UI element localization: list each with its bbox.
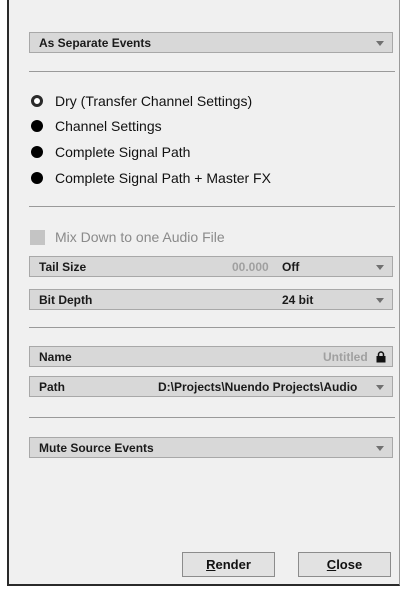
radio-channel-settings-label: Channel Settings [55,118,162,134]
separator [29,206,395,207]
separator [29,327,395,328]
bit-depth-value: 24 bit [282,293,314,307]
render-dialog: As Separate Events Dry (Transfer Channel… [7,0,400,586]
radio-complete-signal-path-label: Complete Signal Path [55,144,191,160]
radio-selected-icon [31,95,43,107]
radio-complete-signal-path-master-fx-label: Complete Signal Path + Master FX [55,170,271,186]
source-events-value: Mute Source Events [39,441,154,455]
chevron-down-icon [376,41,384,46]
render-mode-value: As Separate Events [39,36,152,50]
chevron-down-icon [376,265,384,270]
radio-unselected-icon [31,172,43,184]
name-value: Untitled [323,350,368,364]
path-dropdown[interactable]: Path D:\Projects\Nuendo Projects\Audio [29,376,393,397]
path-label: Path [39,380,66,394]
render-mode-dropdown[interactable]: As Separate Events [29,32,393,53]
chevron-down-icon [376,446,384,451]
bit-depth-dropdown[interactable]: Bit Depth 24 bit [29,289,393,310]
source-events-dropdown[interactable]: Mute Source Events [29,437,393,458]
chevron-down-icon [376,385,384,390]
bit-depth-label: Bit Depth [39,293,93,307]
chevron-down-icon [376,298,384,303]
radio-dry-label: Dry (Transfer Channel Settings) [55,93,253,109]
name-label: Name [39,350,72,364]
tail-size-dropdown[interactable]: Tail Size 00.000 Off [29,256,393,277]
mixdown-label: Mix Down to one Audio File [55,229,225,245]
separator [29,71,395,72]
close-button-label: lose [336,557,363,572]
path-value: D:\Projects\Nuendo Projects\Audio [158,380,358,394]
radio-unselected-icon [31,146,43,158]
render-button[interactable]: Render [182,552,275,577]
radio-unselected-icon [31,120,43,132]
name-field[interactable]: Name Untitled [29,346,393,367]
checkbox-icon [30,230,45,245]
tail-size-value: Off [282,260,300,274]
close-button-mnemonic: C [326,557,337,572]
tail-size-number: 00.000 [232,260,269,274]
render-button-label: ender [215,557,251,572]
close-button[interactable]: Close [298,552,391,577]
tail-size-label: Tail Size [39,260,87,274]
lock-icon [376,351,386,363]
separator [29,417,395,418]
